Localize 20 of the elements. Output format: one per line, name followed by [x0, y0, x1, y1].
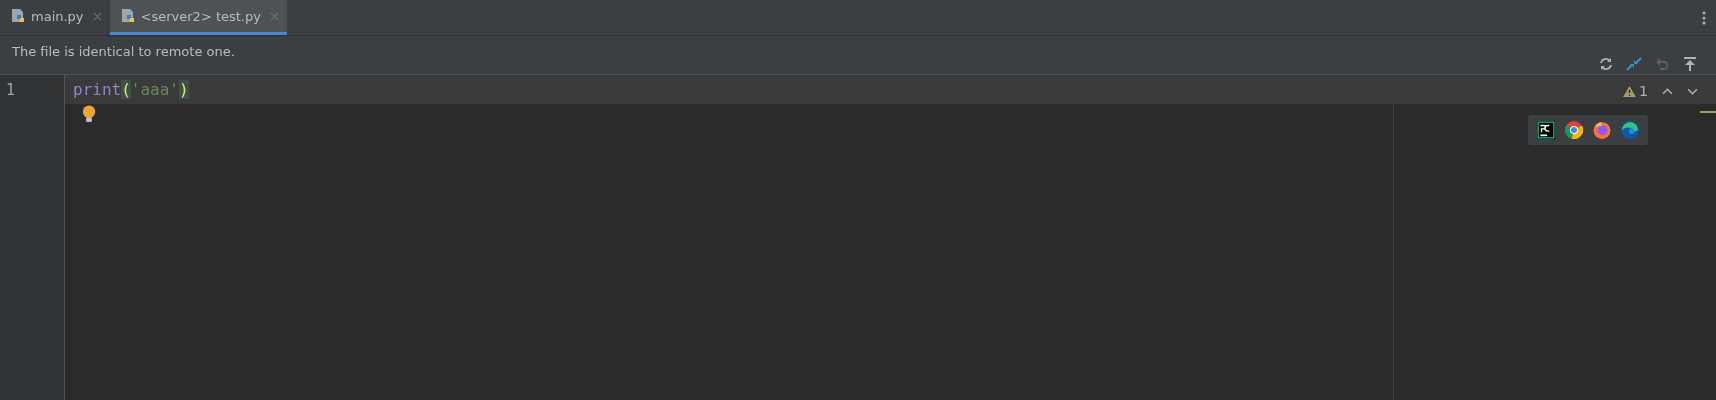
warning-count[interactable]: 1	[1639, 83, 1648, 99]
refresh-icon[interactable]	[1598, 56, 1614, 72]
python-file-icon	[119, 8, 136, 24]
file-tab[interactable]: <server2> test.py	[109, 0, 287, 35]
chevron-up-icon[interactable]	[1662, 87, 1673, 95]
warning-icon[interactable]	[1623, 85, 1637, 97]
chevron-down-icon[interactable]	[1687, 87, 1698, 95]
line-number: 1	[5, 81, 17, 99]
more-options-icon[interactable]	[1702, 10, 1706, 25]
file-tab[interactable]: main.py	[0, 0, 110, 35]
lightbulb-icon[interactable]	[82, 105, 96, 123]
chrome-icon[interactable]	[1565, 121, 1583, 139]
merge-arrows-icon[interactable]	[1626, 56, 1642, 72]
upload-icon[interactable]	[1682, 56, 1698, 72]
code-line: print('aaa')	[73, 80, 189, 99]
firefox-icon[interactable]	[1593, 121, 1611, 139]
edge-icon[interactable]	[1621, 121, 1639, 139]
pycharm-icon[interactable]	[1537, 121, 1555, 139]
notification-message: The file is identical to remote one.	[12, 44, 235, 59]
python-file-icon	[10, 8, 26, 24]
